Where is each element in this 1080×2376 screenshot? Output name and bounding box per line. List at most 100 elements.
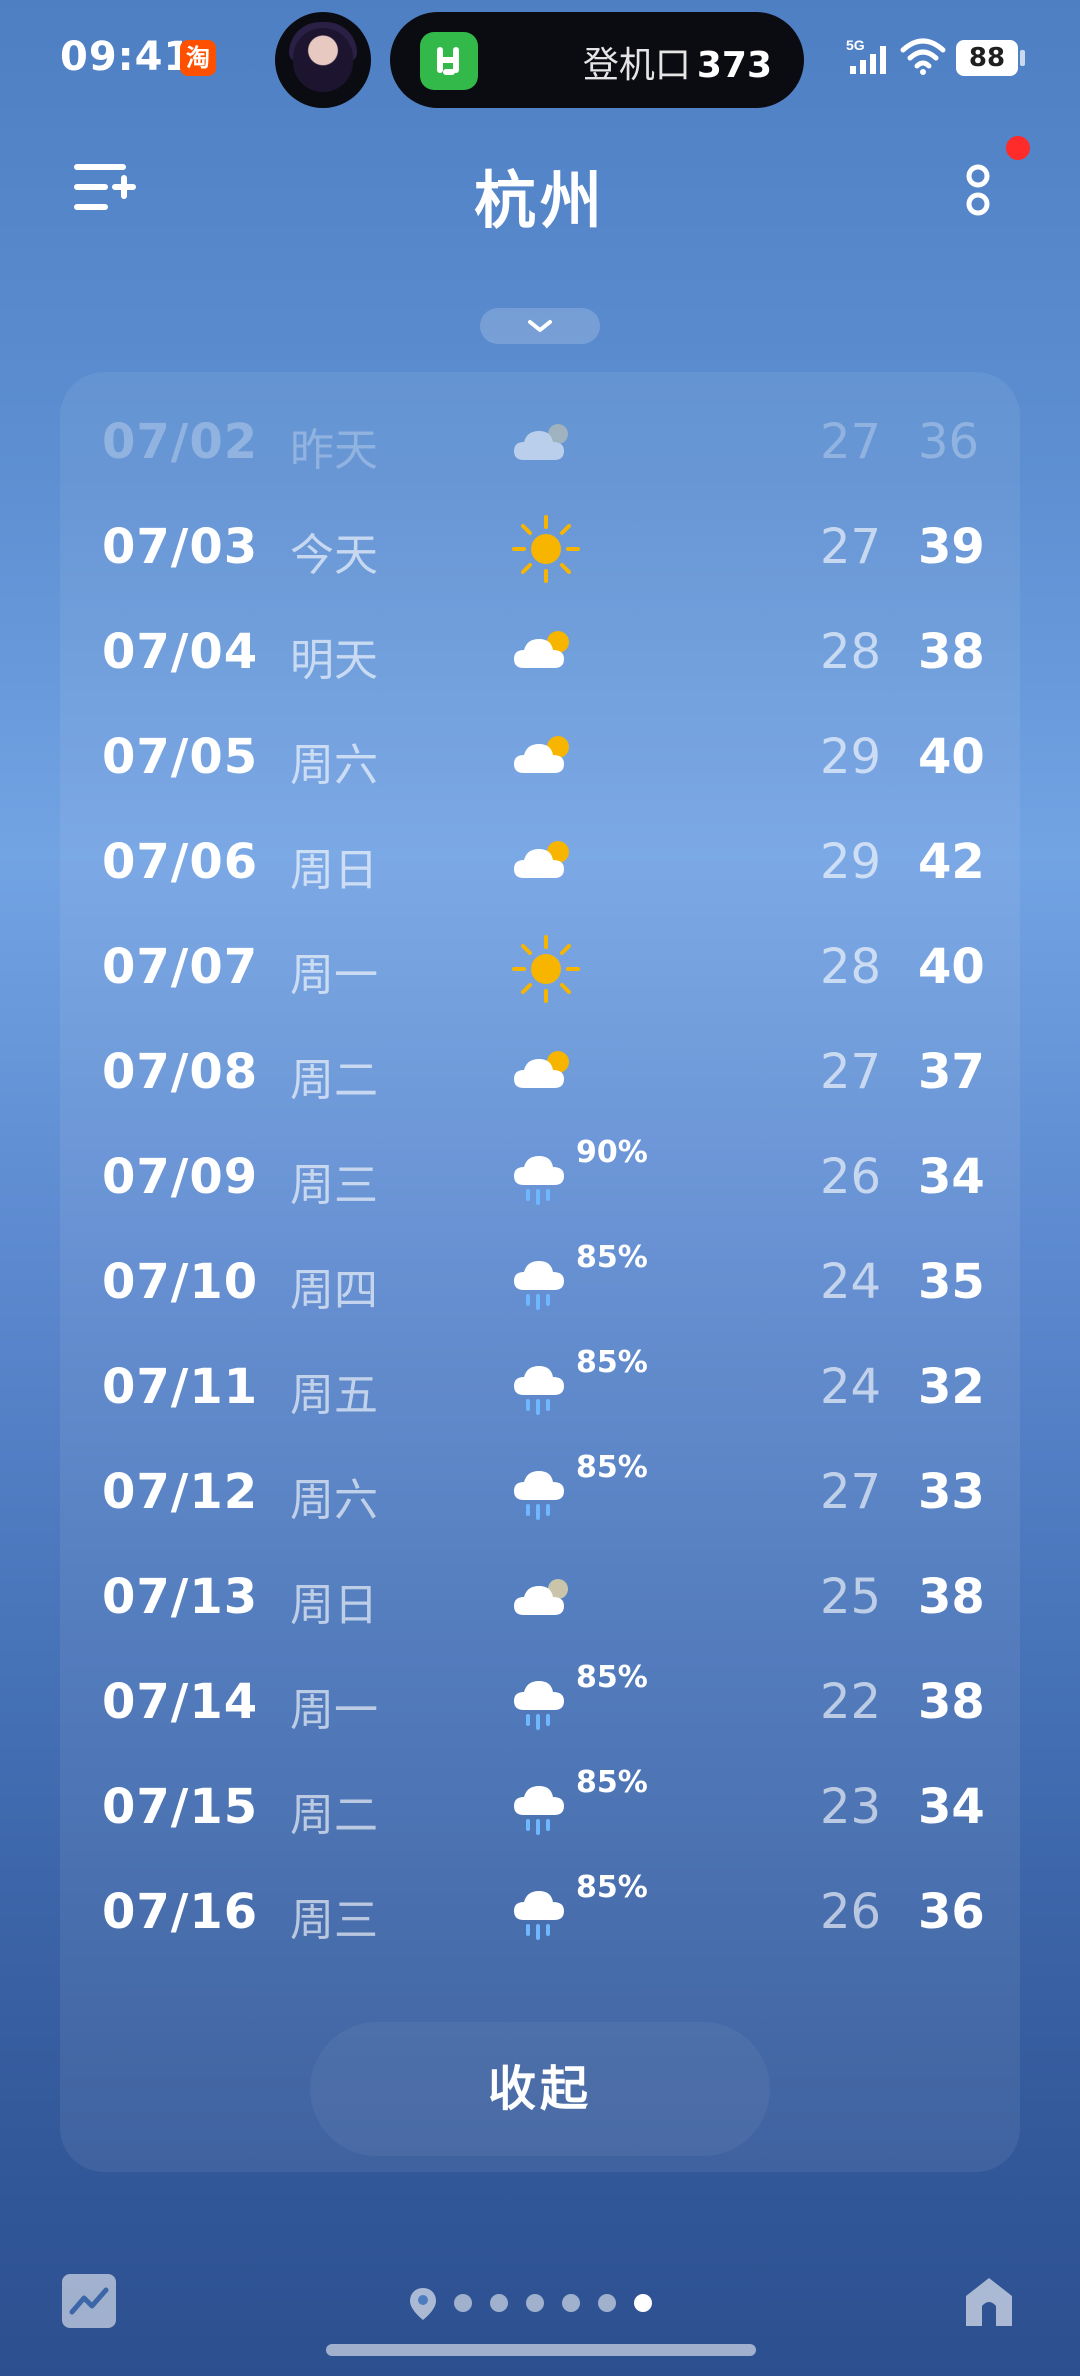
- forecast-day: 昨天: [290, 425, 378, 476]
- notification-dot: [1006, 136, 1030, 160]
- high-temp: 36: [918, 414, 980, 470]
- forecast-date: 07/05: [102, 729, 259, 785]
- low-temp: 28: [820, 624, 882, 680]
- forecast-date: 07/08: [102, 1044, 259, 1100]
- high-temp: 32: [918, 1359, 985, 1415]
- forecast-day: 周五: [290, 1370, 378, 1421]
- rain-icon: [506, 1874, 586, 1954]
- city-title: 杭州: [473, 164, 606, 237]
- forecast-row[interactable]: 07/14 周一 85% 22 38: [60, 1650, 1020, 1755]
- more-vertical-icon[interactable]: [960, 150, 1000, 230]
- page-dot[interactable]: [598, 2294, 616, 2312]
- forecast-date: 07/10: [102, 1254, 259, 1310]
- precip-chance: 85%: [576, 1870, 648, 1905]
- forecast-row[interactable]: 07/04 明天 28 38: [60, 600, 1020, 705]
- low-temp: 29: [820, 729, 882, 785]
- low-temp: 25: [820, 1569, 882, 1625]
- forecast-row[interactable]: 07/07 周一 28 40: [60, 915, 1020, 1020]
- forecast-date: 07/02: [102, 414, 259, 470]
- page-dot[interactable]: [634, 2294, 652, 2312]
- page-dot[interactable]: [454, 2294, 472, 2312]
- low-temp: 26: [820, 1149, 882, 1205]
- gate-label: 登机口: [582, 45, 691, 86]
- forecast-day: 明天: [290, 635, 378, 686]
- forecast-row[interactable]: 07/08 周二 27 37: [60, 1020, 1020, 1125]
- forecast-day: 周二: [290, 1790, 378, 1841]
- high-temp: 35: [918, 1254, 985, 1310]
- page-dot[interactable]: [490, 2294, 508, 2312]
- forecast-day: 周六: [290, 1475, 378, 1526]
- forecast-date: 07/03: [102, 519, 259, 575]
- forecast-day: 周日: [290, 1580, 378, 1631]
- taobao-notification-icon: 淘: [180, 40, 216, 76]
- forecast-day: 周四: [290, 1265, 378, 1316]
- rain-icon: [506, 1664, 586, 1744]
- home-indicator[interactable]: [326, 2344, 756, 2356]
- high-temp: 38: [918, 624, 985, 680]
- high-temp: 33: [918, 1464, 985, 1520]
- partly-cloudy-icon: [506, 824, 586, 904]
- forecast-row[interactable]: 07/06 周日 29 42: [60, 810, 1020, 915]
- status-bar: 09:41 淘 登机口 373 5G 88: [0, 0, 1080, 120]
- forecast-day: 周六: [290, 740, 378, 791]
- forecast-row[interactable]: 07/05 周六 29 40: [60, 705, 1020, 810]
- cloudy-icon: [506, 404, 586, 484]
- forecast-date: 07/07: [102, 939, 259, 995]
- forecast-row[interactable]: 07/13 周日 25 38: [60, 1545, 1020, 1650]
- forecast-row[interactable]: 07/11 周五 85% 24 32: [60, 1335, 1020, 1440]
- forecast-date: 07/14: [102, 1674, 259, 1730]
- page-dot[interactable]: [562, 2294, 580, 2312]
- avatar[interactable]: [275, 12, 371, 108]
- forecast-date: 07/13: [102, 1569, 259, 1625]
- forecast-day: 周一: [290, 950, 378, 1001]
- forecast-row[interactable]: 07/02 昨天 27 36: [60, 390, 1020, 495]
- high-temp: 42: [918, 834, 985, 890]
- high-temp: 38: [918, 1569, 985, 1625]
- partly-cloudy-icon: [506, 719, 586, 799]
- low-temp: 28: [820, 939, 882, 995]
- forecast-date: 07/04: [102, 624, 259, 680]
- forecast-day: 周三: [290, 1160, 378, 1211]
- precip-chance: 85%: [576, 1345, 648, 1380]
- high-temp: 38: [918, 1674, 985, 1730]
- low-temp: 26: [820, 1884, 882, 1940]
- forecast-date: 07/06: [102, 834, 259, 890]
- high-temp: 40: [918, 729, 985, 785]
- high-temp: 36: [918, 1884, 985, 1940]
- live-activity-island[interactable]: 登机口 373: [390, 12, 804, 108]
- low-temp: 27: [820, 1464, 882, 1520]
- status-time: 09:41: [60, 34, 193, 80]
- low-temp: 24: [820, 1254, 882, 1310]
- page-indicator: [408, 2286, 668, 2320]
- trend-chart-icon[interactable]: [62, 2274, 116, 2328]
- rain-icon: [506, 1349, 586, 1429]
- network-type: 5G: [846, 37, 865, 53]
- home-icon[interactable]: [962, 2274, 1016, 2330]
- low-temp: 27: [820, 1044, 882, 1100]
- high-temp: 34: [918, 1149, 985, 1205]
- forecast-row[interactable]: 07/03 今天 27 39: [60, 495, 1020, 600]
- partly-cloudy-icon: [506, 614, 586, 694]
- low-temp: 29: [820, 834, 882, 890]
- forecast-row[interactable]: 07/15 周二 85% 23 34: [60, 1755, 1020, 1860]
- collapse-handle[interactable]: [480, 308, 600, 344]
- forecast-day: 周二: [290, 1055, 378, 1106]
- forecast-row[interactable]: 07/12 周六 85% 27 33: [60, 1440, 1020, 1545]
- forecast-row[interactable]: 07/16 周三 85% 26 36: [60, 1860, 1020, 1965]
- forecast-date: 07/12: [102, 1464, 259, 1520]
- forecast-date: 07/16: [102, 1884, 259, 1940]
- forecast-row[interactable]: 07/09 周三 90% 26 34: [60, 1125, 1020, 1230]
- partly-cloudy-icon: [506, 1034, 586, 1114]
- chevron-down-icon: [528, 320, 552, 332]
- collapse-button[interactable]: 收起: [310, 2022, 770, 2156]
- forecast-row[interactable]: 07/10 周四 85% 24 35: [60, 1230, 1020, 1335]
- precip-chance: 85%: [576, 1660, 648, 1695]
- high-temp: 34: [918, 1779, 985, 1835]
- wifi-icon: [900, 38, 946, 75]
- page-dot[interactable]: [526, 2294, 544, 2312]
- sunny-icon: [506, 929, 586, 1009]
- low-temp: 27: [820, 414, 882, 470]
- rain-icon: [506, 1769, 586, 1849]
- forecast-date: 07/11: [102, 1359, 259, 1415]
- precip-chance: 85%: [576, 1240, 648, 1275]
